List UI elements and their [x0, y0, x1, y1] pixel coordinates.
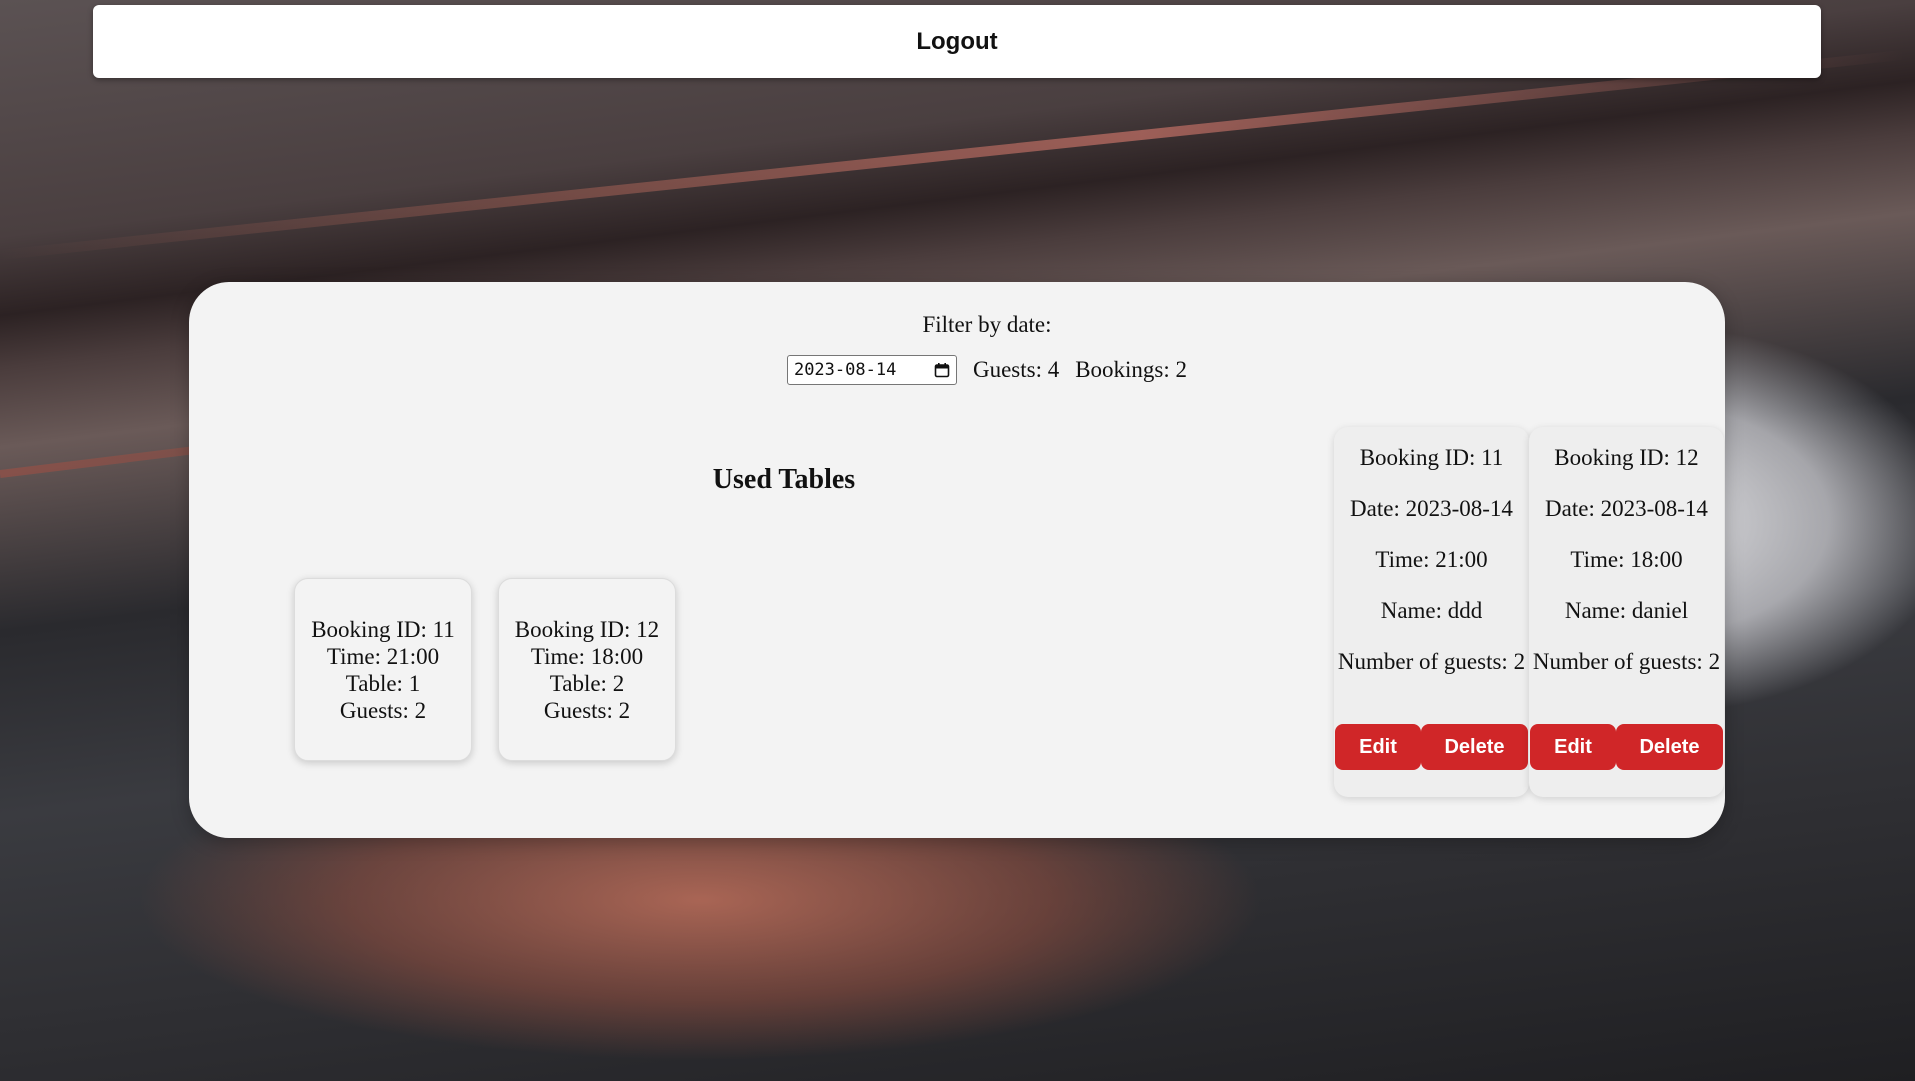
bookings-panel: Filter by date: 2023-08-14 Guests: 4 Boo…: [189, 282, 1725, 838]
used-tables-title: Used Tables: [712, 464, 856, 495]
bookings-count: Bookings: 2: [1075, 357, 1188, 382]
booking-guests: Number of guests: 2: [1532, 649, 1721, 674]
table-card-guests: Guests: 2: [543, 697, 631, 723]
edit-button[interactable]: Edit: [1530, 724, 1616, 770]
table-card-time: Time: 21:00: [326, 643, 440, 669]
booking-date: Date: 2023-08-14: [1545, 496, 1708, 521]
booking-date: Date: 2023-08-14: [1350, 496, 1513, 521]
calendar-icon[interactable]: [934, 362, 950, 378]
guests-count: Guests: 4: [972, 357, 1060, 382]
booking-card: Booking ID: 11 Date: 2023-08-14 Time: 21…: [1334, 427, 1529, 797]
date-filter-value: 2023-08-14: [793, 360, 897, 380]
booking-id: Booking ID: 11: [1359, 445, 1504, 470]
logout-button[interactable]: Logout: [93, 5, 1821, 78]
date-filter-input[interactable]: 2023-08-14: [786, 355, 957, 385]
table-card-guests: Guests: 2: [339, 697, 427, 723]
table-card-booking-id: Booking ID: 12: [514, 616, 660, 642]
booking-actions: Edit Delete: [1334, 724, 1529, 770]
booking-actions: Edit Delete: [1529, 724, 1724, 770]
filter-label: Filter by date:: [922, 312, 1052, 337]
booking-name: Name: ddd: [1380, 598, 1483, 623]
table-card-table: Table: 1: [345, 670, 421, 696]
booking-id: Booking ID: 12: [1554, 445, 1699, 470]
background-beam: [0, 49, 1906, 260]
booking-time: Time: 21:00: [1375, 547, 1488, 572]
booking-name: Name: daniel: [1564, 598, 1689, 623]
table-card-table: Table: 2: [549, 670, 625, 696]
used-table-card: Booking ID: 12 Time: 18:00 Table: 2 Gues…: [498, 578, 676, 761]
table-card-booking-id: Booking ID: 11: [311, 616, 455, 642]
booking-card: Booking ID: 12 Date: 2023-08-14 Time: 18…: [1529, 427, 1724, 797]
used-table-card: Booking ID: 11 Time: 21:00 Table: 1 Gues…: [294, 578, 472, 761]
booking-time: Time: 18:00: [1570, 547, 1683, 572]
table-card-time: Time: 18:00: [530, 643, 644, 669]
booking-guests: Number of guests: 2: [1337, 649, 1526, 674]
delete-button[interactable]: Delete: [1421, 724, 1528, 770]
filter-row: 2023-08-14 Guests: 4 Bookings: 2: [189, 355, 1725, 385]
edit-button[interactable]: Edit: [1335, 724, 1421, 770]
delete-button[interactable]: Delete: [1616, 724, 1723, 770]
